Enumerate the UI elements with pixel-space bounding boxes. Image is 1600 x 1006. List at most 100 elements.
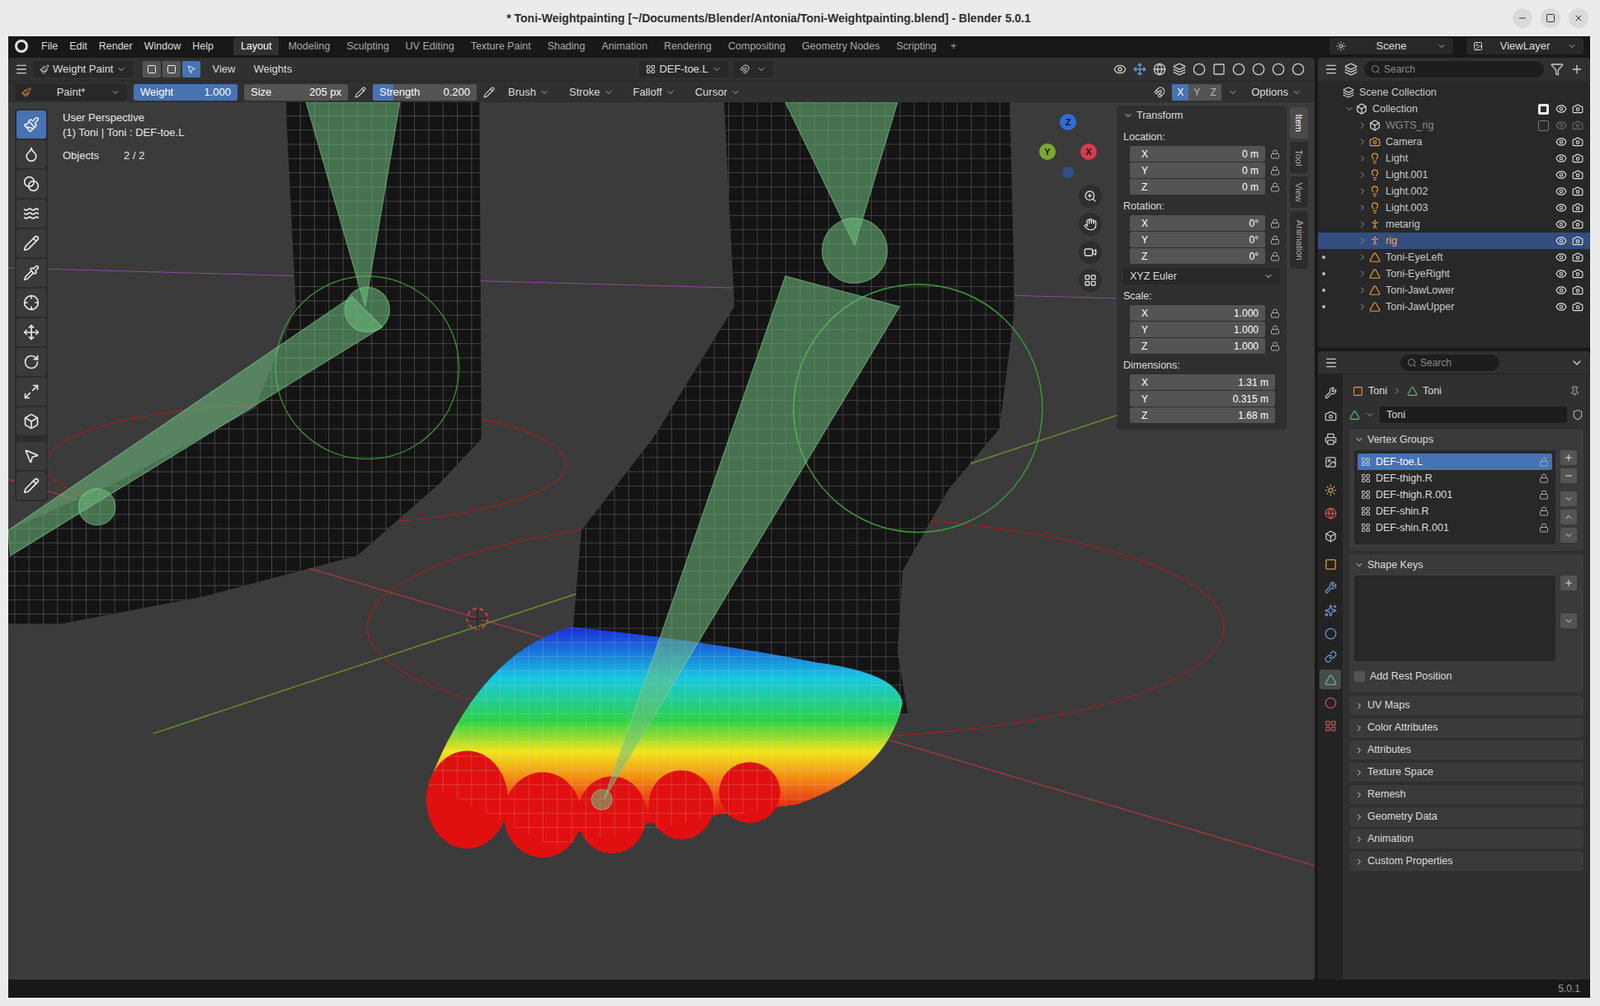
viewport-header-icon[interactable]	[1251, 62, 1266, 76]
render-icon[interactable]	[1571, 119, 1584, 132]
tool-menu[interactable]: Falloff	[626, 84, 683, 101]
visibility-icon[interactable]	[1555, 169, 1568, 181]
vertex-group-row[interactable]: DEF-thigh.R	[1357, 470, 1553, 487]
mesh-data-icon[interactable]	[1349, 409, 1360, 421]
window-control[interactable]	[1512, 8, 1533, 29]
rotation-mode[interactable]: XYZ Euler	[1123, 268, 1280, 285]
tool-button[interactable]	[16, 110, 47, 139]
properties-tab[interactable]	[1319, 623, 1342, 644]
render-icon[interactable]	[1571, 284, 1584, 297]
properties-tab[interactable]	[1319, 451, 1342, 472]
outliner-row[interactable]: WGTS_rig	[1317, 117, 1591, 134]
lock-icon[interactable]	[1270, 308, 1280, 319]
expand-icon[interactable]	[1357, 252, 1368, 263]
mirror-axis-toggle[interactable]: Y	[1188, 84, 1205, 101]
collapsed-panel[interactable]: Animation	[1349, 829, 1584, 849]
workspace-tab[interactable]: Sculpting	[338, 37, 396, 56]
workspace-tab[interactable]: Scripting	[889, 37, 945, 56]
viewport-header-icon[interactable]	[1133, 62, 1147, 76]
visibility-icon[interactable]	[1555, 235, 1568, 247]
sidebar-tab[interactable]: Tool	[1289, 141, 1309, 174]
number-field[interactable]: Z0 m	[1129, 178, 1266, 195]
properties-tab[interactable]	[1319, 428, 1342, 449]
navigation-gizmo[interactable]: ZXY	[1037, 113, 1104, 180]
number-field[interactable]: Y0 m	[1129, 162, 1266, 179]
number-field[interactable]: Z0°	[1129, 248, 1266, 264]
number-field[interactable]: Z1.68 m	[1129, 407, 1276, 424]
properties-tab[interactable]	[1319, 669, 1342, 690]
collapsed-panel[interactable]: Texture Space	[1349, 762, 1584, 782]
properties-tab[interactable]	[1319, 480, 1342, 500]
number-field[interactable]: Y1.000	[1129, 321, 1266, 338]
add-rest-position[interactable]: Add Rest Position	[1354, 666, 1579, 687]
workspace-tab[interactable]: Layout	[233, 37, 280, 56]
mirror-axis-toggle[interactable]: X	[1171, 84, 1189, 101]
number-field[interactable]: X1.31 m	[1129, 374, 1276, 391]
outliner-search[interactable]: Search	[1364, 61, 1544, 78]
tool-button[interactable]	[16, 377, 47, 406]
render-icon[interactable]	[1571, 218, 1584, 231]
properties-tab[interactable]	[1319, 526, 1342, 546]
list-button[interactable]	[1560, 613, 1577, 629]
symmetry-dropdown[interactable]	[733, 61, 773, 78]
sidebar-tab[interactable]: View	[1289, 176, 1309, 208]
tool-button[interactable]	[16, 258, 47, 288]
expand-icon[interactable]	[1357, 235, 1368, 246]
sidebar-tab[interactable]: Animation	[1289, 211, 1309, 269]
viewport-header-icon[interactable]	[1212, 62, 1226, 76]
pressure-icon[interactable]	[354, 86, 367, 99]
collapsed-panel[interactable]: Remesh	[1349, 785, 1584, 805]
lock-icon[interactable]	[1538, 473, 1549, 484]
render-icon[interactable]	[1571, 103, 1584, 115]
viewport-header-icon[interactable]	[1113, 62, 1127, 76]
visibility-icon[interactable]	[1555, 268, 1568, 280]
menu-item[interactable]: Edit	[64, 38, 93, 55]
lock-icon[interactable]	[1270, 218, 1280, 229]
properties-tab[interactable]	[1319, 715, 1342, 736]
properties-tab[interactable]	[1319, 503, 1342, 523]
render-icon[interactable]	[1571, 136, 1584, 148]
number-field[interactable]: X0°	[1129, 215, 1266, 231]
display-mode-icon[interactable]	[1344, 62, 1358, 76]
pin-icon[interactable]	[1569, 385, 1581, 397]
lock-icon[interactable]	[1270, 182, 1280, 193]
gizmo-axis[interactable]: Y	[1039, 143, 1056, 160]
checkbox[interactable]	[1354, 671, 1365, 683]
blender-logo-icon[interactable]	[14, 39, 29, 53]
viewport-header-icon[interactable]	[1152, 62, 1167, 76]
editor-type-icon[interactable]	[1324, 62, 1338, 76]
expand-icon[interactable]	[1357, 169, 1368, 180]
gizmo-axis[interactable]: Z	[1059, 113, 1077, 131]
data-name-field[interactable]: Toni	[1379, 406, 1568, 424]
view-layer-selector[interactable]: ViewLayer	[1466, 37, 1584, 55]
menu-item[interactable]: File	[36, 38, 63, 55]
workspace-tab[interactable]: Shading	[540, 37, 593, 56]
filter-icon[interactable]	[1550, 62, 1564, 76]
mode-selector[interactable]: Weight Paint	[32, 61, 133, 78]
outliner-row[interactable]: Toni-JawLower	[1317, 282, 1591, 299]
header-menu[interactable]: Weights	[246, 61, 299, 78]
nav-button[interactable]	[1078, 268, 1102, 292]
properties-tab[interactable]	[1319, 692, 1342, 713]
visibility-icon[interactable]	[1555, 152, 1568, 165]
nav-button[interactable]	[1078, 184, 1102, 208]
expand-icon[interactable]	[1357, 301, 1368, 312]
tool-button[interactable]	[16, 407, 47, 436]
chevron-icon[interactable]	[1570, 356, 1584, 370]
expand-icon[interactable]	[1357, 219, 1368, 230]
selection-mask-button[interactable]	[162, 61, 181, 78]
outliner-row[interactable]: Light.002	[1317, 183, 1591, 200]
exclude-checkbox[interactable]	[1538, 120, 1549, 132]
visibility-icon[interactable]	[1555, 251, 1568, 264]
lock-icon[interactable]	[1270, 149, 1280, 160]
expand-icon[interactable]	[1357, 120, 1368, 131]
vertex-group-selector[interactable]: DEF-toe.L	[639, 61, 728, 78]
viewport-header-icon[interactable]	[1271, 62, 1285, 76]
collapsed-panel[interactable]: Geometry Data	[1349, 807, 1584, 827]
properties-tab[interactable]	[1319, 382, 1342, 403]
properties-tab[interactable]	[1319, 405, 1342, 426]
list-button[interactable]	[1560, 468, 1577, 484]
render-icon[interactable]	[1571, 185, 1584, 198]
outliner-row[interactable]: Toni-EyeLeft	[1317, 249, 1591, 266]
vertex-group-row[interactable]: DEF-shin.R.001	[1357, 519, 1553, 537]
